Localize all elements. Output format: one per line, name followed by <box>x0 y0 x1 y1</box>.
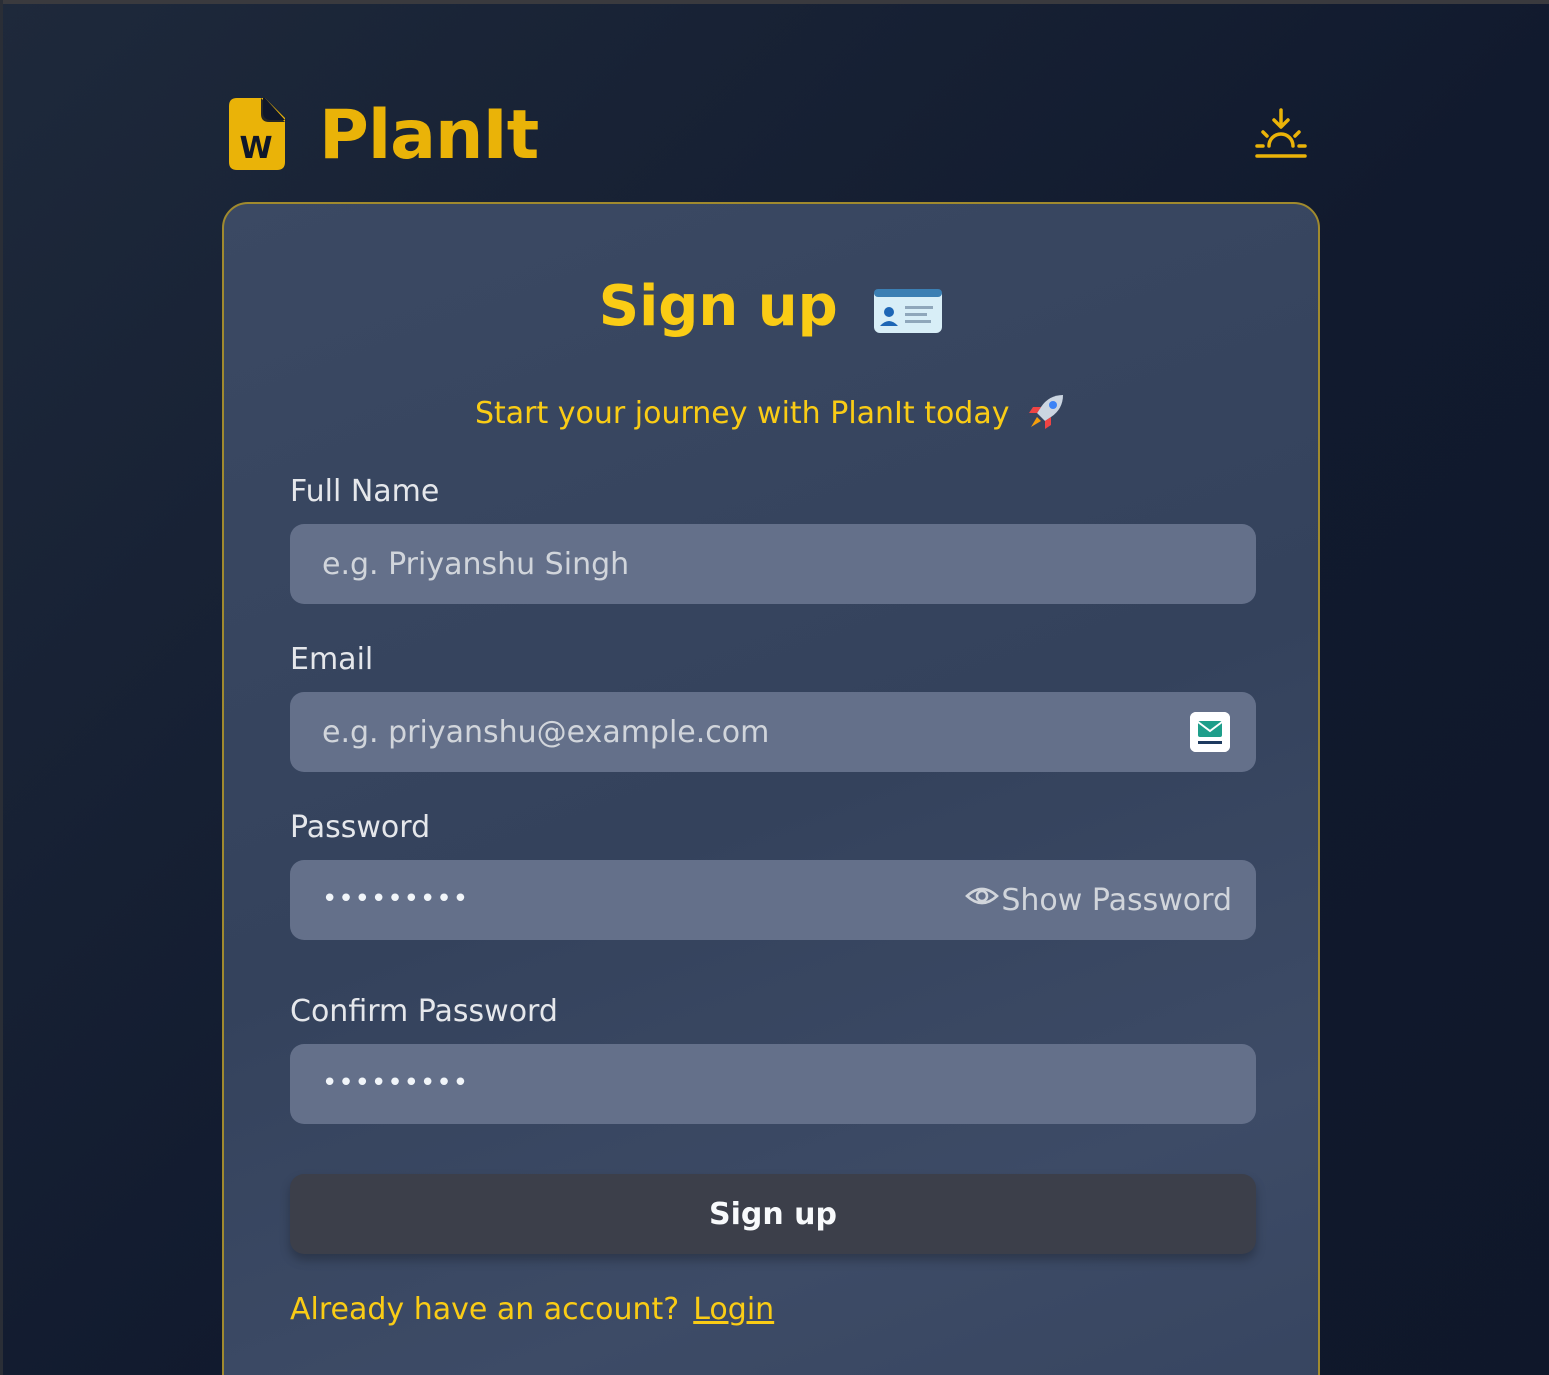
full-name-input[interactable] <box>290 524 1256 604</box>
confirm-password-input[interactable]: ••••••••• <box>322 1044 469 1124</box>
eye-icon <box>965 879 1000 921</box>
show-password-label: Show Password <box>1001 882 1232 918</box>
page-title: Sign up <box>224 274 1318 340</box>
email-input[interactable] <box>290 692 1256 772</box>
confirm-password-label: Confirm Password <box>290 994 558 1029</box>
confirm-password-field: ••••••••• <box>290 1044 1256 1124</box>
email-field <box>290 692 1256 772</box>
signup-button[interactable]: Sign up <box>290 1174 1256 1254</box>
rocket-icon <box>1027 391 1067 431</box>
logo-letter: W <box>239 131 272 166</box>
password-field: ••••••••• Show Password <box>290 860 1256 940</box>
full-name-label: Full Name <box>290 474 440 509</box>
show-password-toggle[interactable]: Show Password <box>965 860 1232 940</box>
app-header: W PlanIt <box>229 96 1309 175</box>
full-name-field <box>290 524 1256 604</box>
page-subtitle-text: Start your journey with PlanIt today <box>474 396 1010 431</box>
window-left-edge <box>0 0 3 1375</box>
tempmail-icon[interactable] <box>1190 712 1230 752</box>
window-top-edge <box>0 0 1549 4</box>
password-input[interactable]: ••••••••• <box>322 860 469 940</box>
theme-toggle-button[interactable] <box>1253 106 1309 162</box>
password-label: Password <box>290 810 431 845</box>
id-card-icon <box>873 283 943 333</box>
sunrise-icon <box>1253 108 1309 165</box>
file-word-icon: W <box>229 98 285 170</box>
email-label: Email <box>290 642 374 677</box>
login-prompt: Already have an account? Login <box>290 1290 774 1330</box>
signup-card: Sign up Start your journey with PlanIt t… <box>222 202 1320 1375</box>
page-subtitle: Start your journey with PlanIt today <box>224 394 1318 435</box>
brand-name: PlanIt <box>319 96 539 175</box>
page-title-text: Sign up <box>598 274 838 339</box>
login-link[interactable]: Login <box>693 1292 774 1327</box>
login-prompt-text: Already have an account? <box>290 1292 680 1327</box>
